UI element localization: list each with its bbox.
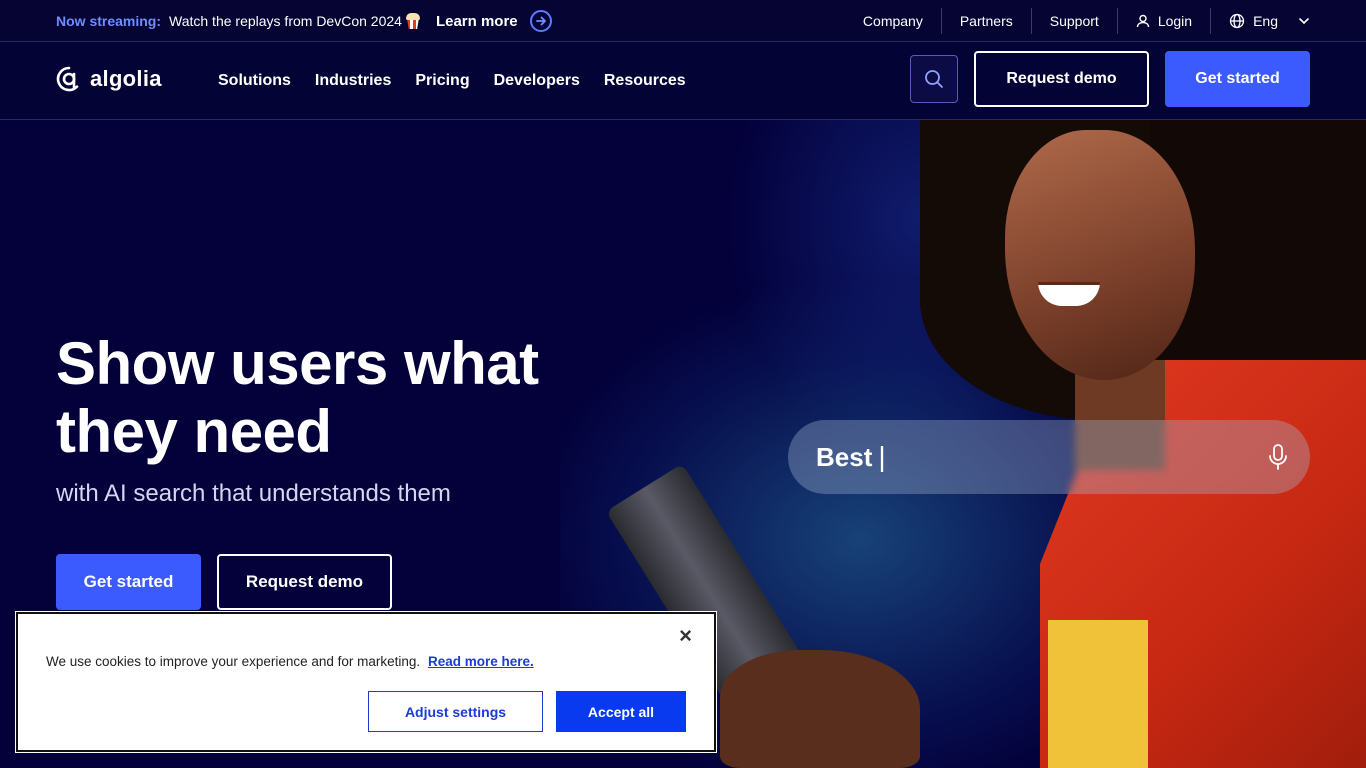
hero-search-demo: Best | [788, 420, 1310, 494]
company-link[interactable]: Company [845, 11, 941, 31]
login-label: Login [1157, 13, 1193, 29]
search-icon [925, 70, 943, 88]
arrow-right-circle-icon[interactable] [529, 10, 552, 32]
close-icon[interactable]: × [679, 625, 692, 647]
learn-more-link[interactable]: Learn more [436, 13, 518, 30]
utility-nav: Company Partners Support Login Eng [845, 0, 1310, 42]
hero-request-demo-button[interactable]: Request demo [217, 554, 392, 610]
nav-request-demo-button[interactable]: Request demo [974, 51, 1149, 107]
menu-industries[interactable]: Industries [315, 72, 391, 90]
support-link[interactable]: Support [1032, 11, 1117, 31]
main-nav: algolia Solutions Industries Pricing Dev… [0, 42, 1366, 120]
search-query-text: Best [816, 441, 873, 472]
algolia-logo[interactable]: algolia [56, 66, 162, 92]
popcorn-icon [405, 13, 420, 29]
text-caret: | [878, 441, 886, 472]
menu-pricing[interactable]: Pricing [415, 72, 469, 90]
login-link[interactable]: Login [1118, 11, 1210, 31]
cookie-message: We use cookies to improve your experienc… [46, 654, 534, 669]
adjust-settings-button[interactable]: Adjust settings [368, 691, 543, 732]
menu-solutions[interactable]: Solutions [218, 72, 291, 90]
menu-developers[interactable]: Developers [494, 72, 580, 90]
logo-wordmark: algolia [90, 66, 162, 91]
menu-resources[interactable]: Resources [604, 72, 686, 90]
language-label: Eng [1253, 13, 1278, 29]
hero-title: Show users what they need [56, 330, 539, 465]
cookie-banner: × We use cookies to improve your experie… [15, 611, 717, 753]
cookie-message-text: We use cookies to improve your experienc… [46, 654, 421, 669]
announcement: Now streaming: Watch the replays from De… [56, 0, 552, 42]
partners-link[interactable]: Partners [942, 11, 1031, 31]
microphone-icon [1269, 444, 1287, 470]
nav-search-button[interactable] [910, 55, 958, 103]
primary-menu: Solutions Industries Pricing Developers … [218, 42, 686, 120]
hero-subtitle: with AI search that understands them [56, 480, 451, 507]
accept-all-button[interactable]: Accept all [556, 691, 686, 732]
algolia-mark-icon [56, 66, 79, 92]
hero-photo-top [1048, 620, 1148, 768]
chevron-down-icon [1299, 18, 1309, 25]
nav-get-started-button[interactable]: Get started [1165, 51, 1310, 107]
user-icon [1136, 14, 1150, 28]
globe-icon [1229, 13, 1245, 29]
streaming-label: Now streaming: [56, 13, 162, 29]
announcement-text: Watch the replays from DevCon 2024 [169, 13, 402, 29]
hero-get-started-button[interactable]: Get started [56, 554, 201, 610]
read-more-link[interactable]: Read more here. [428, 654, 534, 669]
announcement-bar: Now streaming: Watch the replays from De… [0, 0, 1366, 42]
hero-photo-hand [720, 650, 920, 768]
language-selector[interactable]: Eng [1211, 11, 1310, 31]
